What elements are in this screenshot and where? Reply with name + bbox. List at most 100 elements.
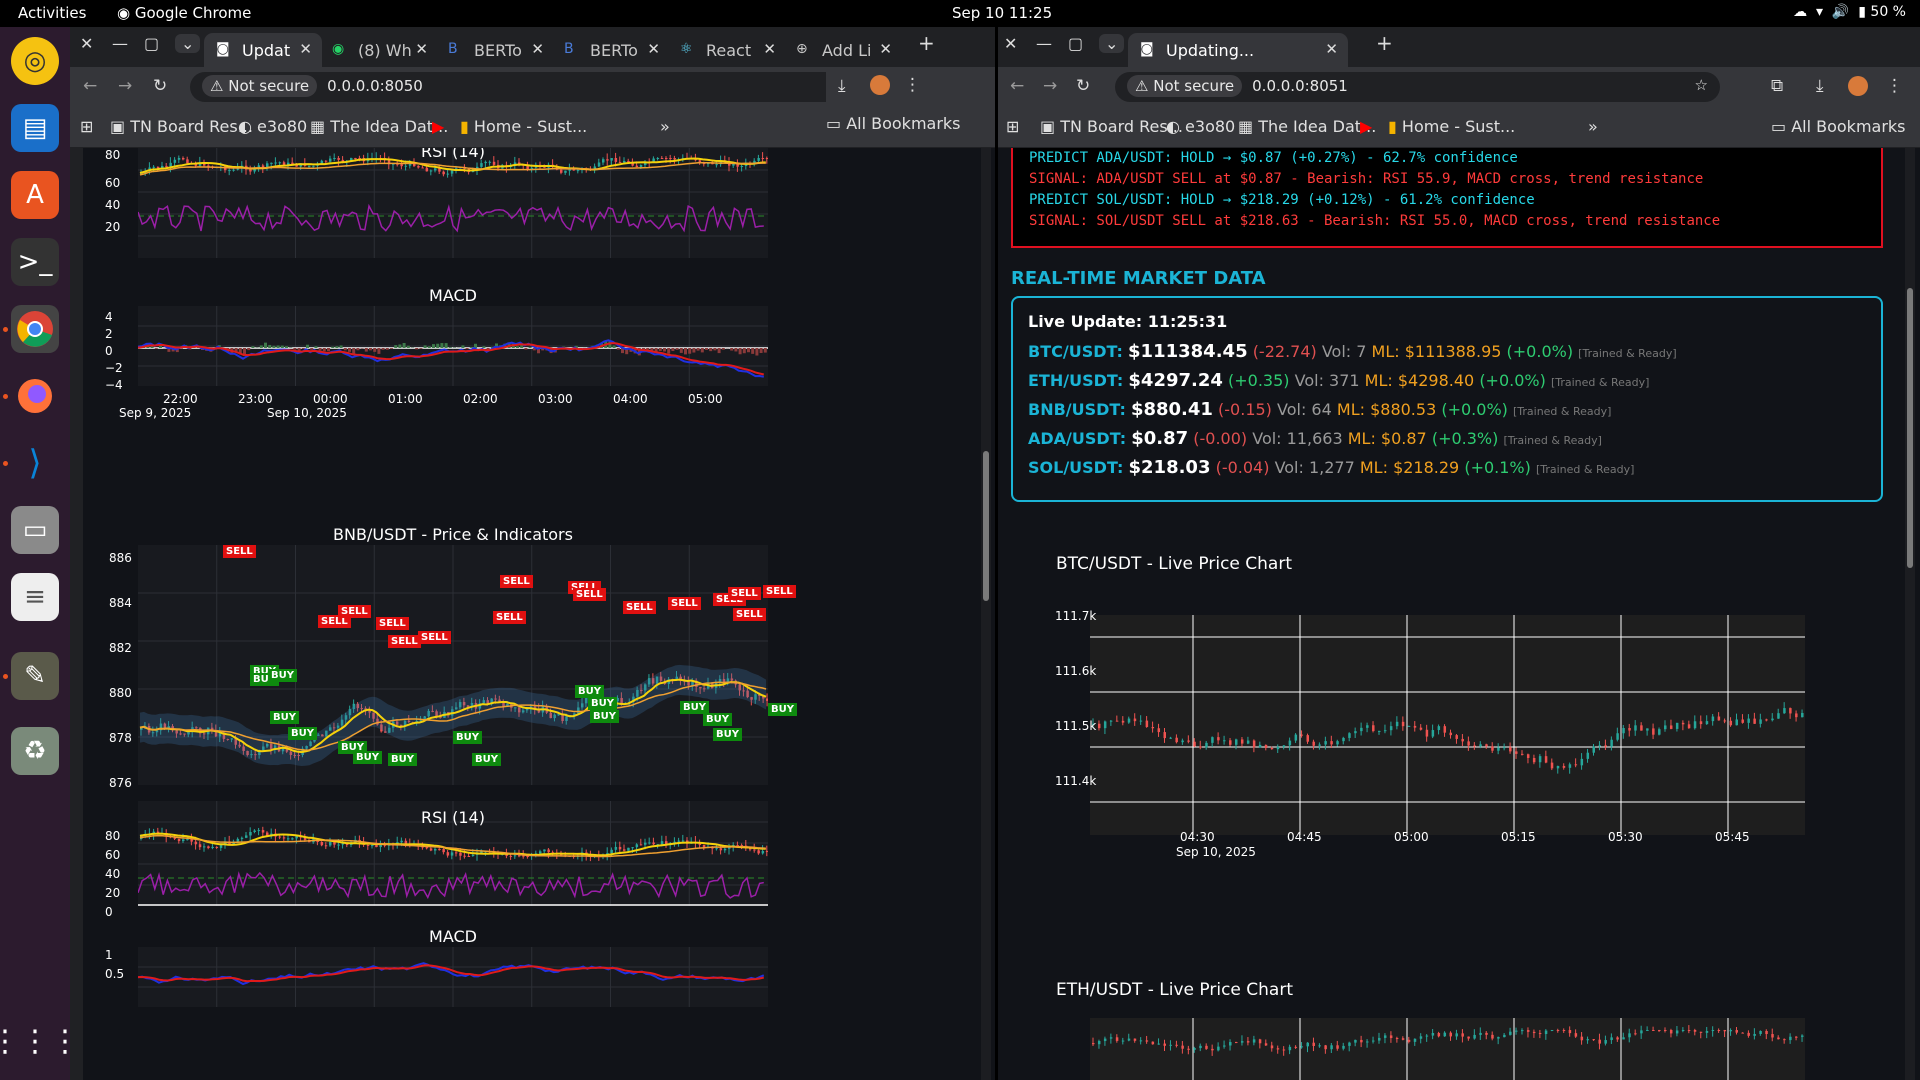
market-vol: Vol: 371: [1294, 371, 1360, 390]
close-tab-icon[interactable]: ✕: [1325, 40, 1338, 58]
rsi-ytick: 0: [105, 905, 113, 919]
tab-add-li[interactable]: ⊕ Add Li ✕: [784, 33, 902, 67]
address-bar[interactable]: ⚠ Not secure 0.0.0.0:8051 ☆: [1115, 72, 1720, 102]
tab-updating[interactable]: ◙ Updat ✕: [204, 33, 322, 67]
not-secure-badge[interactable]: ⚠ Not secure: [202, 75, 318, 97]
bookmark-e3o80[interactable]: ◐ e3o80: [1166, 117, 1235, 136]
all-bookmarks[interactable]: ▭ All Bookmarks: [826, 114, 961, 133]
buy-signal: BUY: [588, 697, 617, 710]
firefox-icon[interactable]: [11, 372, 59, 420]
more-bookmarks-icon[interactable]: »: [1588, 117, 1598, 136]
gimp-icon[interactable]: ✎: [11, 652, 59, 700]
eth-live-chart: ETH/USDT - Live Price Chart: [1011, 980, 1881, 1080]
btc-ytick: 111.4k: [1055, 774, 1097, 788]
profile-avatar[interactable]: [1848, 76, 1868, 96]
back-icon[interactable]: ←: [1010, 76, 1024, 96]
macd-xtick: 05:00: [688, 392, 723, 406]
globe-icon: ⊕: [796, 41, 808, 57]
minimize-icon[interactable]: —: [1036, 34, 1052, 53]
system-tray[interactable]: ☁ ▾ 🔊 ▮ 50 %: [1793, 4, 1906, 20]
tab-label: BERTo: [474, 41, 522, 60]
bookmark-tn-board[interactable]: ▣ TN Board Res...: [1040, 117, 1183, 136]
close-tab-icon[interactable]: ✕: [415, 40, 428, 58]
sell-signal: SELL: [376, 617, 409, 630]
youtube-icon[interactable]: ▶: [432, 117, 444, 136]
tab-berto-2[interactable]: B BERTo ✕: [552, 33, 670, 67]
more-bookmarks-icon[interactable]: »: [660, 117, 670, 136]
clock[interactable]: Sep 10 11:25: [952, 4, 1052, 22]
all-bookmarks[interactable]: ▭ All Bookmarks: [1771, 117, 1906, 136]
close-tab-icon[interactable]: ✕: [879, 40, 892, 58]
tab-search-icon[interactable]: ⌄: [175, 34, 201, 53]
forward-icon[interactable]: →: [1043, 76, 1057, 96]
forward-icon[interactable]: →: [118, 76, 132, 96]
close-tab-icon[interactable]: ✕: [647, 40, 660, 58]
bookmark-idea-dat[interactable]: ▦ The Idea Dat...: [310, 117, 448, 136]
apps-icon[interactable]: ⊞: [80, 117, 93, 136]
writer-icon[interactable]: ▤: [11, 104, 59, 152]
tab-react[interactable]: ⚛ React ✕: [668, 33, 786, 67]
bookmark-home-sust[interactable]: ▮ Home - Sust...: [1388, 117, 1515, 136]
apps-grid-icon[interactable]: ⋮⋮⋮: [0, 1017, 80, 1065]
terminal-icon[interactable]: >_: [11, 238, 59, 286]
menu-icon[interactable]: ⋮: [904, 75, 921, 95]
reload-icon[interactable]: ↻: [153, 76, 167, 96]
menu-icon[interactable]: ⋮: [1886, 76, 1903, 96]
close-window-icon[interactable]: ✕: [80, 34, 93, 53]
right-scrollbar[interactable]: [1905, 148, 1915, 1080]
activities-button[interactable]: Activities: [18, 4, 86, 22]
youtube-icon[interactable]: ▶: [1360, 117, 1372, 136]
new-tab-icon[interactable]: +: [1376, 31, 1393, 55]
market-row: BTC/USDT: $111384.45 (-22.74) Vol: 7 ML:…: [1028, 341, 1866, 370]
close-tab-icon[interactable]: ✕: [763, 40, 776, 58]
apps-icon[interactable]: ⊞: [1006, 117, 1019, 136]
app-menu[interactable]: ◉ Google Chrome: [117, 4, 251, 22]
software-icon[interactable]: A: [11, 171, 59, 219]
dock: ◎ ▤ A >_ ⟩ ▭ ≡ ✎ ♻ ⋮⋮⋮: [0, 27, 80, 1080]
rsi-title: RSI (14): [421, 808, 485, 827]
tab-berto-1[interactable]: B BERTo ✕: [436, 33, 554, 67]
close-tab-icon[interactable]: ✕: [299, 40, 312, 58]
tab-label: React: [706, 41, 752, 60]
bnb-ytick: 884: [109, 596, 132, 610]
market-ml: ML: $880.53: [1336, 400, 1437, 419]
files-icon[interactable]: ▭: [11, 506, 59, 554]
maximize-icon[interactable]: ▢: [1068, 34, 1083, 53]
market-sym: BNB/USDT:: [1028, 400, 1126, 419]
btc-live-chart: BTC/USDT - Live Price Chart 111.7k 111.6k…: [1011, 554, 1881, 894]
trash-icon[interactable]: ♻: [11, 727, 59, 775]
minimize-icon[interactable]: —: [112, 34, 128, 53]
macd-ytick: −2: [105, 361, 123, 375]
maximize-icon[interactable]: ▢: [144, 34, 159, 53]
tab-label: BERTo: [590, 41, 638, 60]
downloads-icon[interactable]: ⤓: [838, 76, 846, 96]
left-scrollbar[interactable]: [981, 148, 991, 1080]
bookmark-idea-dat[interactable]: ▦ The Idea Dat...: [1238, 117, 1376, 136]
extensions-icon[interactable]: ⧉: [1771, 76, 1783, 96]
tab-whatsapp[interactable]: ◉ (8) Wh ✕: [320, 33, 438, 67]
macd-xtick: 23:00: [238, 392, 273, 406]
tab-search-icon[interactable]: ⌄: [1099, 34, 1125, 53]
text-editor-icon[interactable]: ≡: [11, 573, 59, 621]
back-icon[interactable]: ←: [83, 76, 97, 96]
vscode-icon[interactable]: ⟩: [11, 439, 59, 487]
bookmark-tn-board[interactable]: ▣ TN Board Res...: [110, 117, 253, 136]
log-line: PREDICT ADA/USDT: HOLD → $0.87 (+0.27%) …: [1029, 150, 1518, 166]
reload-icon[interactable]: ↻: [1076, 76, 1090, 96]
new-tab-icon[interactable]: +: [918, 31, 935, 55]
tab-updating-right[interactable]: ◙ Updating... ✕: [1128, 33, 1348, 67]
profile-avatar[interactable]: [870, 75, 890, 95]
eth-chart-title: ETH/USDT - Live Price Chart: [1056, 980, 1293, 1000]
bookmark-e3o80[interactable]: ◐ e3o80: [238, 117, 307, 136]
berto-icon: B: [564, 41, 574, 57]
star-icon[interactable]: ☆: [1695, 76, 1708, 94]
downloads-icon[interactable]: ⤓: [1816, 76, 1824, 96]
rhythmbox-icon[interactable]: ◎: [11, 37, 59, 85]
close-tab-icon[interactable]: ✕: [531, 40, 544, 58]
not-secure-badge[interactable]: ⚠ Not secure: [1127, 75, 1243, 97]
chrome-icon[interactable]: [11, 305, 59, 353]
market-mlchg: (+0.1%): [1464, 458, 1531, 477]
bookmark-home-sust[interactable]: ▮ Home - Sust...: [460, 117, 587, 136]
address-bar[interactable]: ⚠ Not secure0.0.0.0:8050☆: [190, 72, 883, 102]
close-window-icon[interactable]: ✕: [1004, 34, 1017, 53]
